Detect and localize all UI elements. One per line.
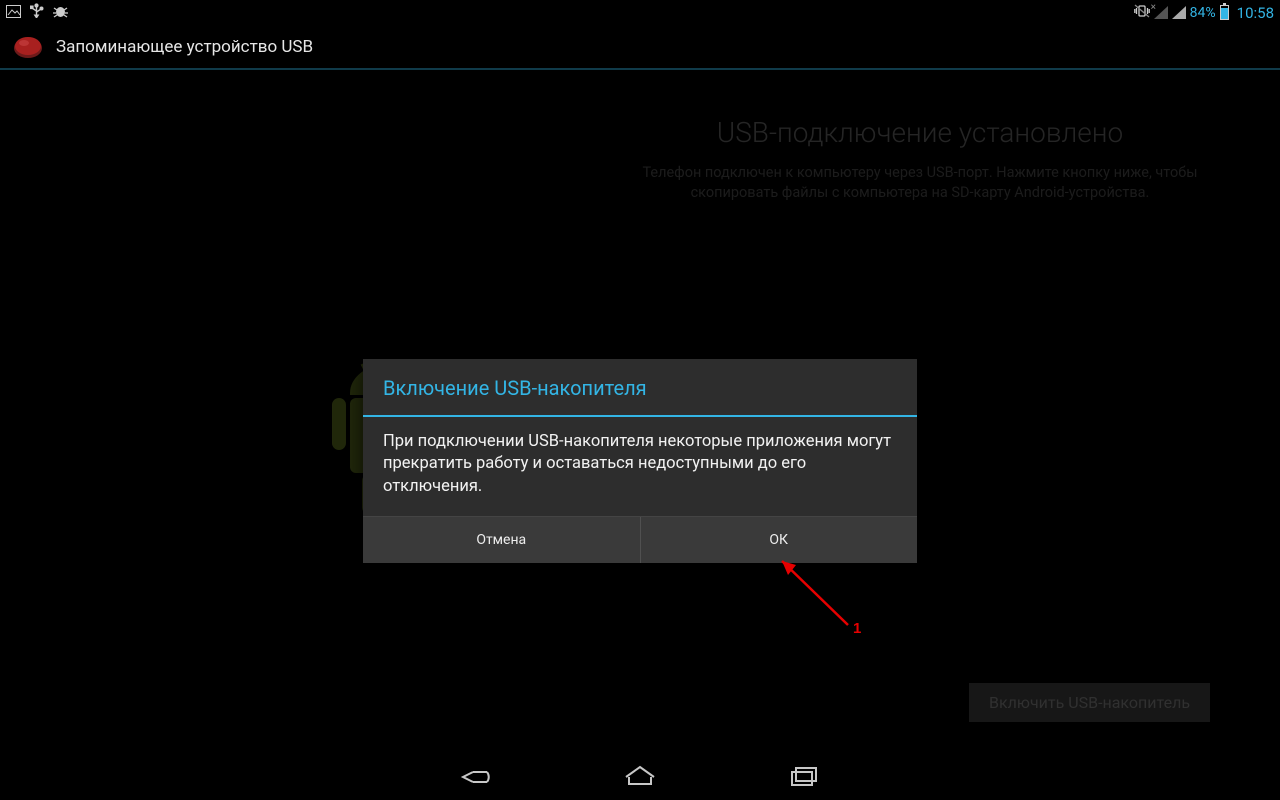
dialog-title: Включение USB-накопителя bbox=[363, 359, 917, 415]
nav-bar bbox=[0, 752, 1280, 800]
signal-2-icon bbox=[1172, 6, 1186, 19]
content-area: USB-подключение установлено Телефон подк… bbox=[0, 78, 1280, 752]
jellybean-icon bbox=[12, 31, 44, 63]
action-bar: Запоминающее устройство USB bbox=[0, 25, 1280, 70]
dialog-button-bar: Отмена ОК bbox=[363, 516, 917, 563]
clock: 10:58 bbox=[1237, 4, 1274, 22]
signal-1-icon: × bbox=[1154, 6, 1168, 19]
nav-recent-button[interactable] bbox=[782, 759, 826, 793]
usb-trident-icon bbox=[29, 3, 44, 22]
action-bar-title: Запоминающее устройство USB bbox=[56, 37, 313, 57]
nav-back-button[interactable] bbox=[454, 759, 498, 793]
image-icon bbox=[6, 4, 21, 22]
vibrate-mute-icon bbox=[1134, 4, 1150, 22]
bug-icon bbox=[52, 4, 69, 22]
usb-storage-dialog: Включение USB-накопителя При подключении… bbox=[363, 359, 917, 563]
dialog-body: При подключении USB-накопителя некоторые… bbox=[363, 417, 917, 516]
cancel-button[interactable]: Отмена bbox=[363, 517, 640, 563]
battery-icon bbox=[1220, 5, 1229, 20]
ok-button[interactable]: ОК bbox=[640, 517, 918, 563]
nav-home-button[interactable] bbox=[618, 759, 662, 793]
status-bar: × 84% 10:58 bbox=[0, 0, 1280, 25]
battery-percent: 84% bbox=[1190, 5, 1216, 21]
